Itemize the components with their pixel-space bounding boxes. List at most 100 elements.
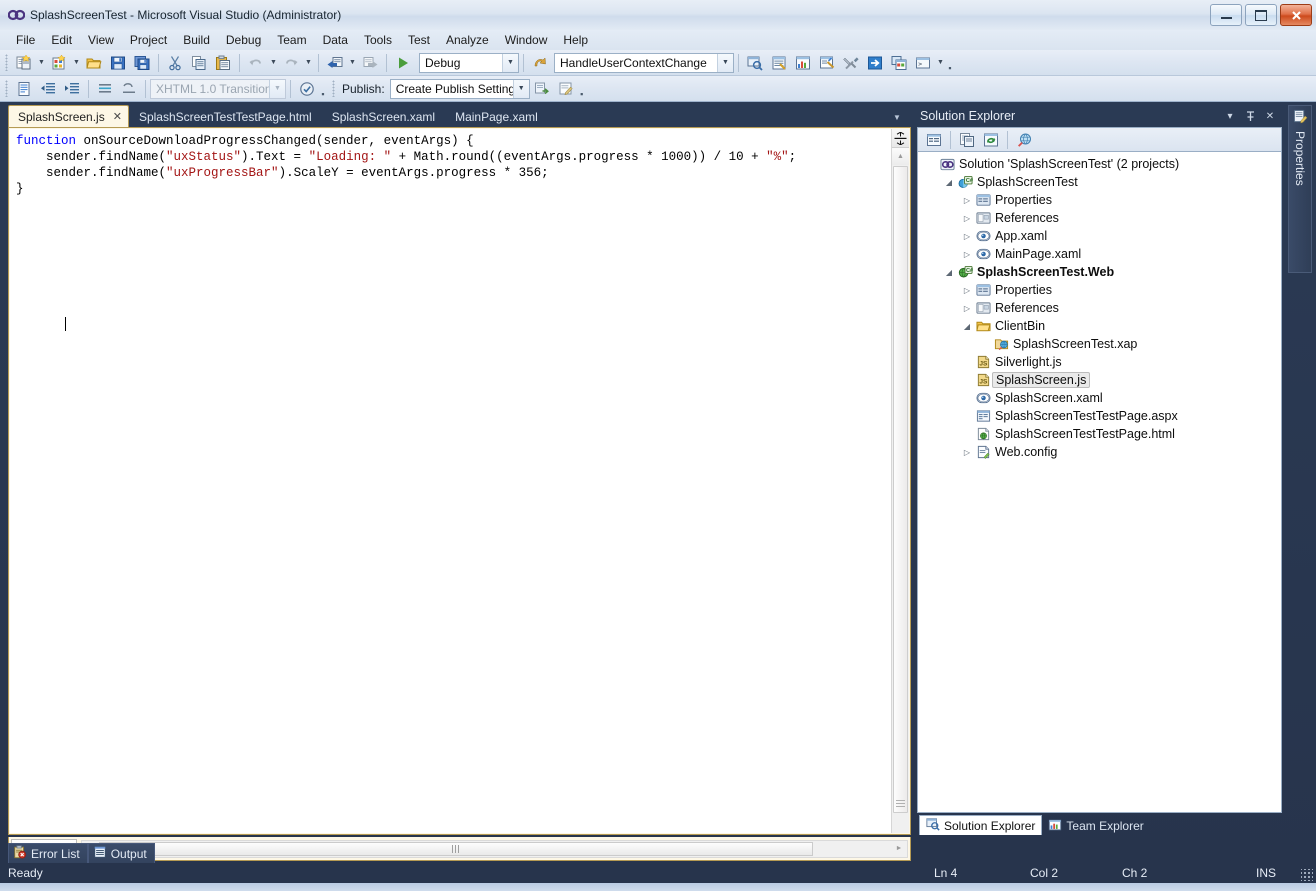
menu-test[interactable]: Test	[400, 31, 438, 49]
undo-dropdown[interactable]: ▼	[268, 52, 279, 74]
tab-mainpage-xaml[interactable]: MainPage.xaml	[445, 107, 548, 127]
undo-icon[interactable]	[244, 51, 268, 75]
cut-icon[interactable]	[163, 51, 187, 75]
tree-item[interactable]: SplashScreen.xaml	[918, 389, 1281, 407]
collapsed-twisty-icon[interactable]: ▷	[960, 245, 974, 263]
tab-solution-explorer[interactable]: Solution Explorer	[919, 815, 1042, 835]
editor-vertical-scrollbar[interactable]: ▲	[891, 129, 909, 833]
tree-item[interactable]: SplashScreenTestTestPage.html	[918, 425, 1281, 443]
chevron-down-icon[interactable]: ▼	[717, 54, 733, 72]
expanded-twisty-icon[interactable]: ◢	[942, 263, 956, 281]
close-icon[interactable]: ✕	[113, 110, 122, 123]
pin-icon[interactable]	[1242, 108, 1258, 124]
collapsed-twisty-icon[interactable]: ▷	[960, 227, 974, 245]
new-project-dropdown[interactable]: ▼	[36, 52, 47, 74]
doctype-combo[interactable]: XHTML 1.0 Transition ▼	[150, 79, 286, 99]
tab-splashscreen-js[interactable]: SplashScreen.js ✕	[8, 105, 129, 127]
maximize-button[interactable]	[1245, 4, 1277, 26]
menu-edit[interactable]: Edit	[43, 31, 80, 49]
tab-output[interactable]: Output	[88, 843, 155, 863]
copy-icon[interactable]	[187, 51, 211, 75]
increase-indent-icon[interactable]	[60, 77, 84, 101]
menu-team[interactable]: Team	[269, 31, 314, 49]
chevron-down-icon[interactable]: ▼	[513, 80, 529, 98]
tree-item[interactable]: ▷References	[918, 209, 1281, 227]
view-designer-icon[interactable]	[1012, 129, 1036, 151]
menu-data[interactable]: Data	[315, 31, 356, 49]
menu-debug[interactable]: Debug	[218, 31, 269, 49]
chevron-down-icon[interactable]: ▼	[502, 54, 518, 72]
resize-grip[interactable]	[1301, 869, 1313, 881]
refresh-icon[interactable]	[979, 129, 1003, 151]
menu-tools[interactable]: Tools	[356, 31, 400, 49]
navigate-backward-dropdown[interactable]: ▼	[347, 52, 358, 74]
format-document-icon[interactable]	[12, 77, 36, 101]
new-project-icon[interactable]	[12, 51, 36, 75]
redo-icon[interactable]	[279, 51, 303, 75]
scroll-up-button[interactable]: ▲	[892, 148, 909, 165]
code-text[interactable]: function onSourceDownloadProgressChanged…	[10, 133, 887, 833]
toolbar2-options-icon[interactable]: ▪	[319, 77, 327, 100]
publish-combo[interactable]: Create Publish Settings ▼	[390, 79, 530, 99]
close-button[interactable]	[1280, 4, 1312, 26]
toolbar-grip-3[interactable]	[332, 80, 335, 97]
save-icon[interactable]	[106, 51, 130, 75]
close-icon[interactable]: ✕	[1262, 108, 1278, 124]
decrease-indent-icon[interactable]	[36, 77, 60, 101]
collapsed-twisty-icon[interactable]: ▷	[960, 299, 974, 317]
show-all-files-icon[interactable]	[955, 129, 979, 151]
menu-project[interactable]: Project	[122, 31, 175, 49]
tree-item[interactable]: ▷References	[918, 299, 1281, 317]
tab-splashscreen-xaml[interactable]: SplashScreen.xaml	[322, 107, 445, 127]
tree-item[interactable]: SplashScreenTestTestPage.aspx	[918, 407, 1281, 425]
navigate-backward-icon[interactable]	[323, 51, 347, 75]
add-new-item-dropdown[interactable]: ▼	[71, 52, 82, 74]
toolbar-options-icon[interactable]: ▪	[946, 51, 954, 74]
menu-view[interactable]: View	[80, 31, 122, 49]
object-browser-icon[interactable]	[791, 51, 815, 75]
menu-help[interactable]: Help	[555, 31, 596, 49]
toolbox-icon[interactable]	[815, 51, 839, 75]
properties-window-icon[interactable]	[767, 51, 791, 75]
publish-icon[interactable]	[863, 51, 887, 75]
open-file-icon[interactable]	[82, 51, 106, 75]
menu-build[interactable]: Build	[175, 31, 218, 49]
tree-item[interactable]: ◢ClientBin	[918, 317, 1281, 335]
tree-item[interactable]: ▷App.xaml	[918, 227, 1281, 245]
menu-file[interactable]: File	[8, 31, 43, 49]
collapsed-twisty-icon[interactable]: ▷	[960, 443, 974, 461]
minimize-button[interactable]	[1210, 4, 1242, 26]
other-windows-icon[interactable]	[887, 51, 911, 75]
expanded-twisty-icon[interactable]: ◢	[942, 173, 956, 191]
comment-selection-icon[interactable]	[93, 77, 117, 101]
solution-explorer-icon[interactable]	[743, 51, 767, 75]
tab-team-explorer[interactable]: Team Explorer	[1042, 817, 1149, 835]
solution-tree[interactable]: Solution 'SplashScreenTest' (2 projects)…	[917, 151, 1282, 813]
tab-splashscreentesttestpage-html[interactable]: SplashScreenTestTestPage.html	[129, 107, 322, 127]
chevron-down-icon[interactable]: ▼	[889, 109, 905, 125]
properties-tool-tab[interactable]: Properties	[1288, 105, 1312, 273]
menu-window[interactable]: Window	[497, 31, 556, 49]
start-debugging-button[interactable]	[391, 51, 415, 75]
tree-item[interactable]: ▷Properties	[918, 281, 1281, 299]
tree-item[interactable]: ◢C#SplashScreenTest.Web	[918, 263, 1281, 281]
toolbar-grip-2[interactable]	[5, 80, 8, 97]
tree-item[interactable]: ◢C#SplashScreenTest	[918, 173, 1281, 191]
paste-icon[interactable]	[211, 51, 235, 75]
window-menu-icon[interactable]: ▾	[1222, 108, 1238, 124]
find-combo[interactable]: HandleUserContextChange ▼	[554, 53, 734, 73]
toolbar-overflow-dropdown[interactable]: ▼	[935, 52, 946, 74]
tree-item[interactable]: ▷Web.config	[918, 443, 1281, 461]
tree-item[interactable]: ▷Properties	[918, 191, 1281, 209]
tab-error-list[interactable]: Error List	[8, 843, 88, 863]
edit-publish-settings-icon[interactable]	[554, 77, 578, 101]
tree-item[interactable]: ▷MainPage.xaml	[918, 245, 1281, 263]
solution-configuration-combo[interactable]: Debug ▼	[419, 53, 519, 73]
uncomment-selection-icon[interactable]	[117, 77, 141, 101]
redo-dropdown[interactable]: ▼	[303, 52, 314, 74]
collapsed-twisty-icon[interactable]: ▷	[960, 191, 974, 209]
add-new-item-icon[interactable]	[47, 51, 71, 75]
validation-icon[interactable]	[295, 77, 319, 101]
collapsed-twisty-icon[interactable]: ▷	[960, 209, 974, 227]
tree-item[interactable]: JSSilverlight.js	[918, 353, 1281, 371]
